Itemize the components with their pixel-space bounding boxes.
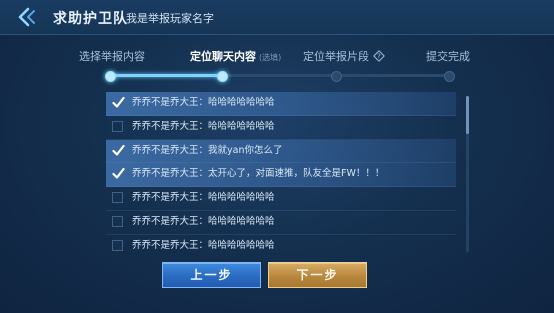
previous-step-button[interactable]: 上一步	[162, 262, 261, 288]
svg-text:?: ?	[377, 52, 381, 60]
checkbox[interactable]	[112, 120, 123, 132]
chat-message-row[interactable]: 乔乔不是乔大王：我就yan你怎么了	[106, 139, 456, 164]
chat-message-row[interactable]: 乔乔不是乔大王：哈哈哈哈哈哈哈	[106, 235, 456, 252]
chat-message-row[interactable]: 乔乔不是乔大王：哈哈哈哈哈哈哈	[106, 211, 456, 235]
chat-message-text: 乔乔不是乔大王：哈哈哈哈哈哈哈	[132, 120, 275, 132]
step-dot-3	[331, 71, 342, 82]
back-arrow-icon[interactable]	[17, 7, 39, 27]
checkbox[interactable]	[112, 239, 123, 251]
chat-message-text: 乔乔不是乔大王：哈哈哈哈哈哈哈	[132, 239, 275, 251]
step-dot-1	[105, 71, 116, 82]
optional-hint: (选填)	[259, 53, 282, 62]
step-4-label: 提交完成	[426, 50, 470, 63]
checkbox[interactable]	[112, 168, 125, 179]
scrollbar-thumb[interactable]	[466, 96, 469, 134]
progress-fill	[108, 74, 222, 77]
page-title: 求助护卫队	[53, 11, 128, 27]
chat-message-row[interactable]: 乔乔不是乔大王：太开心了，对面速推，队友全是FW！！！	[106, 163, 456, 188]
chat-message-text: 乔乔不是乔大王：我就yan你怎么了	[132, 144, 283, 156]
chat-message-list[interactable]: 乔乔不是乔大王：哈哈哈哈哈哈哈 乔乔不是乔大王：哈哈哈哈哈哈哈 乔乔不是乔大王：…	[106, 92, 456, 252]
step-dot-2	[217, 71, 228, 82]
step-2-label: 定位聊天内容 (选填)	[190, 50, 282, 63]
next-step-button[interactable]: 下一步	[268, 262, 367, 288]
checkbox[interactable]	[112, 192, 123, 204]
step-3-label: 定位举报片段 ?	[303, 48, 385, 65]
step-dot-4	[444, 71, 455, 82]
step-indicator: 选择举报内容 定位聊天内容 (选填) 定位举报片段 ? 提交完成	[0, 48, 554, 84]
chat-message-text: 乔乔不是乔大王：哈哈哈哈哈哈哈	[132, 97, 275, 108]
chat-message-text: 乔乔不是乔大王：哈哈哈哈哈哈哈	[132, 192, 275, 204]
step-1-label: 选择举报内容	[79, 50, 145, 63]
reported-player-name: 我是举报玩家名字	[126, 12, 214, 25]
chat-message-text: 乔乔不是乔大王：哈哈哈哈哈哈哈	[132, 215, 275, 227]
chat-message-row[interactable]: 乔乔不是乔大王：哈哈哈哈哈哈哈	[106, 92, 456, 116]
chat-message-text: 乔乔不是乔大王：太开心了，对面速推，队友全是FW！！！	[132, 168, 385, 180]
checkbox[interactable]	[112, 215, 123, 227]
chat-message-row[interactable]: 乔乔不是乔大王：哈哈哈哈哈哈哈	[106, 187, 456, 211]
help-icon[interactable]: ?	[373, 49, 385, 65]
checkbox[interactable]	[112, 96, 125, 108]
header-bar: 求助护卫队 我是举报玩家名字	[0, 0, 554, 35]
checkbox[interactable]	[112, 144, 125, 156]
chat-message-row[interactable]: 乔乔不是乔大王：哈哈哈哈哈哈哈	[106, 116, 456, 140]
